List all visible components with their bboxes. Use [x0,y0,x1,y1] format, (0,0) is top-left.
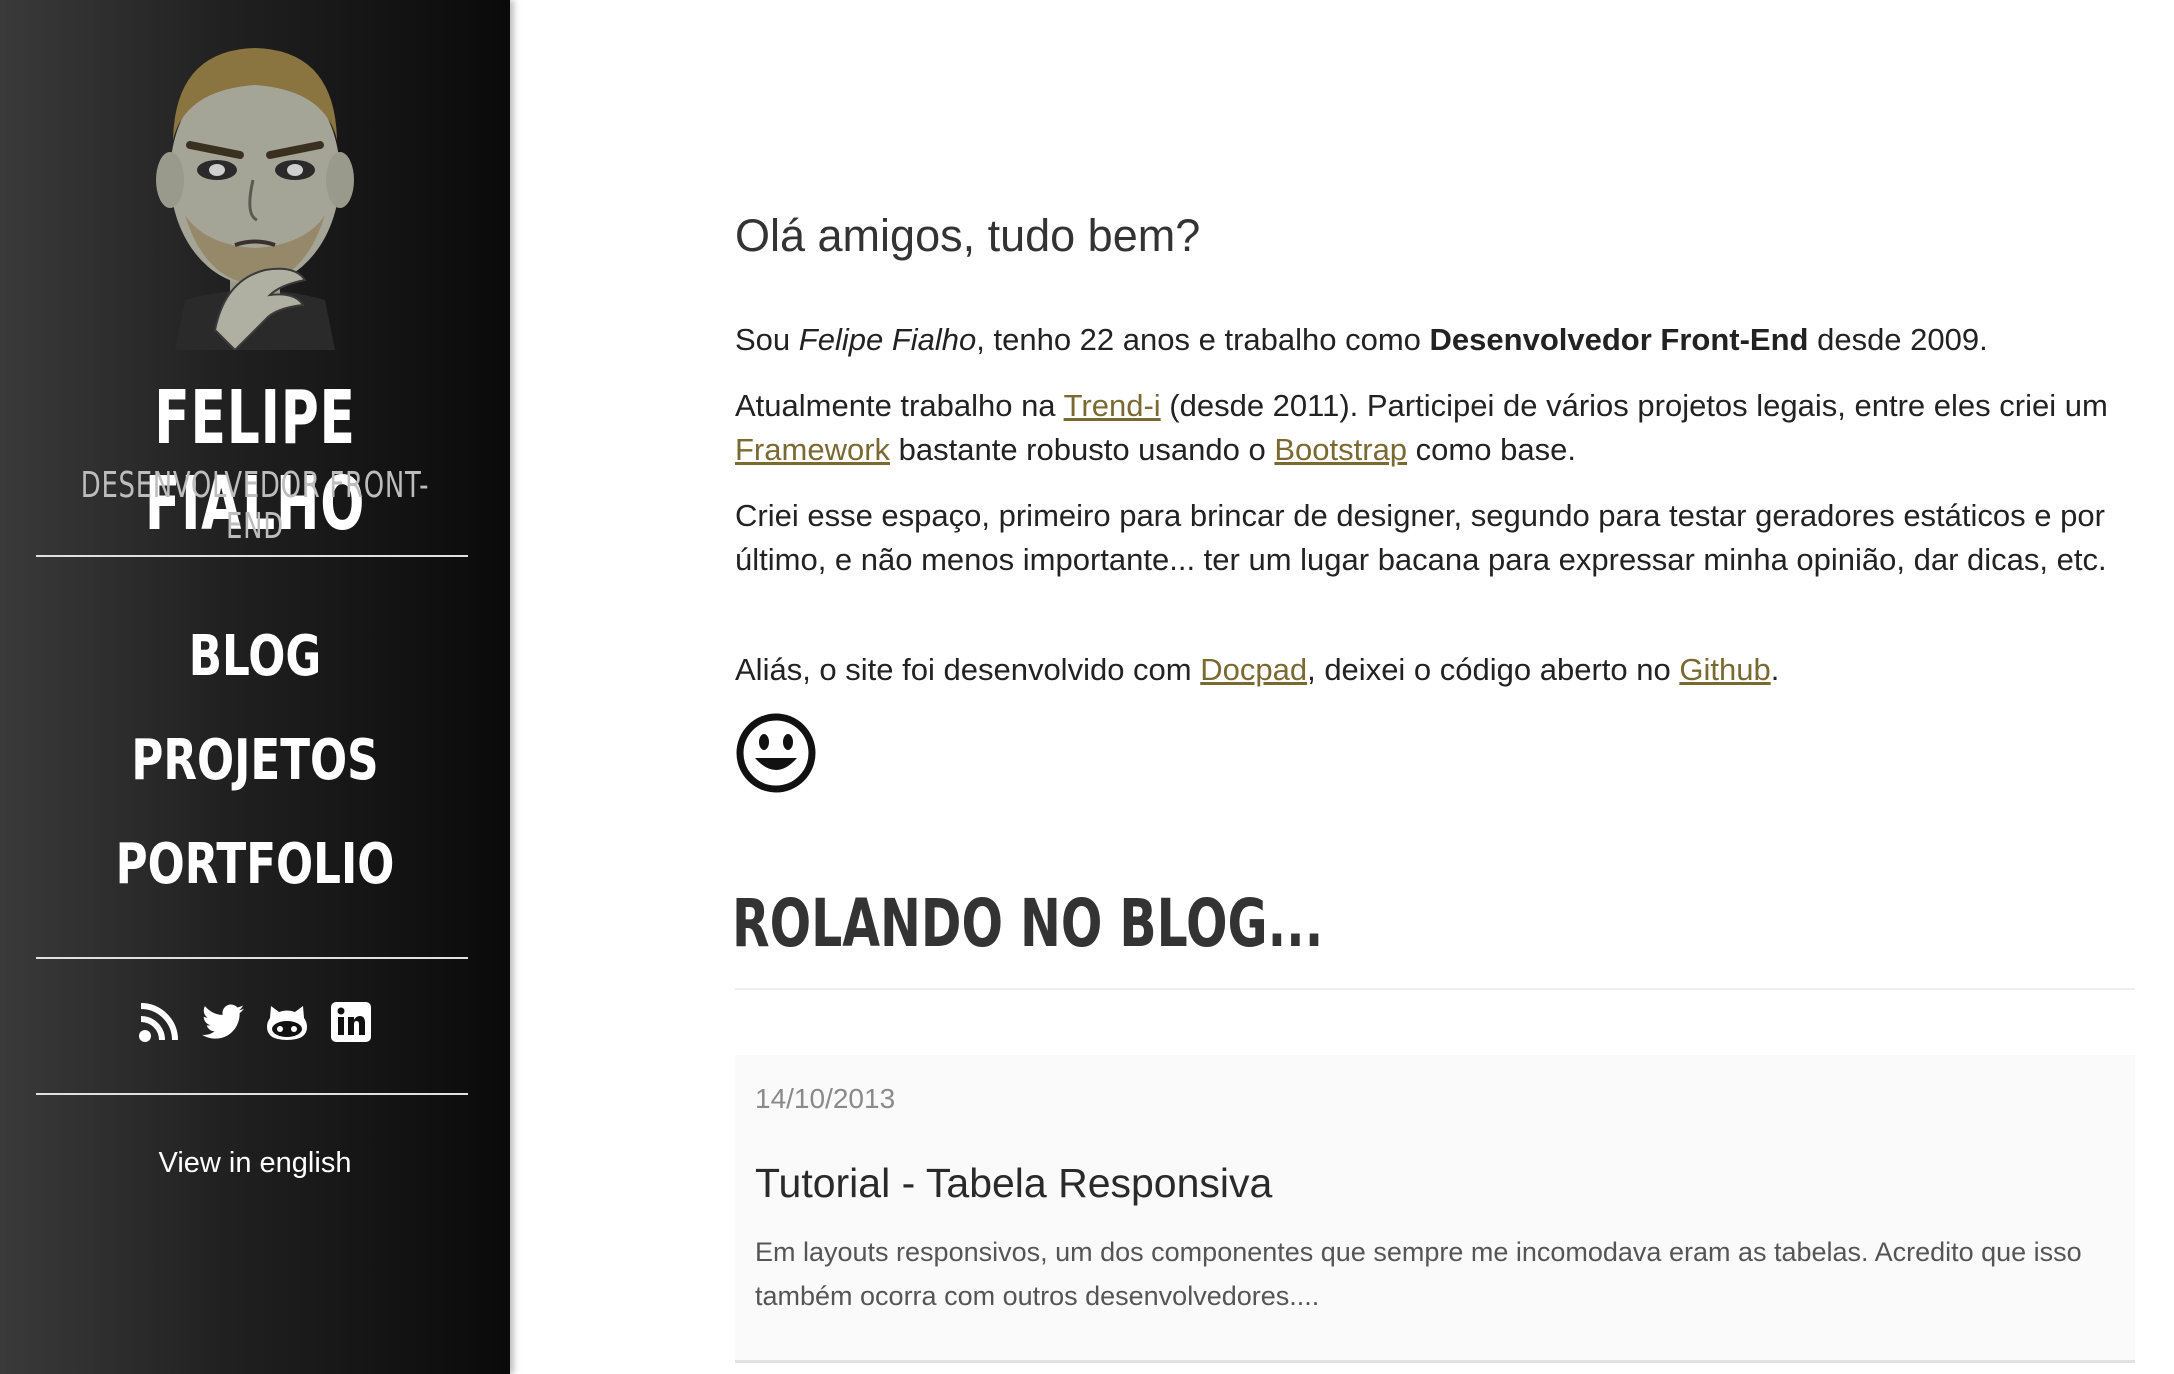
post-excerpt: Em layouts responsivos, um dos component… [755,1237,2082,1311]
docpad-link[interactable]: Docpad [1200,652,1307,687]
author-name: Felipe Fialho [798,322,977,357]
nav-item-blog[interactable]: BLOG [56,620,454,724]
text: , deixei o código aberto no [1307,652,1680,687]
text: Atualmente trabalho na [735,388,1064,423]
framework-link[interactable]: Framework [735,432,890,467]
github-icon[interactable] [265,1000,309,1044]
text: desde 2009. [1808,322,1988,357]
divider [36,957,468,959]
twitter-icon[interactable] [201,1000,245,1044]
avatar [156,48,354,350]
bootstrap-link[interactable]: Bootstrap [1274,432,1407,467]
text: , tenho 22 anos e trabalho como [976,322,1430,357]
post-date: 14/10/2013 [755,1083,896,1114]
github-link[interactable]: Github [1679,652,1770,687]
rss-icon[interactable] [137,1000,181,1044]
linkedin-icon[interactable] [329,1000,373,1044]
trend-i-link[interactable]: Trend-i [1064,388,1161,423]
main-nav: BLOG PROJETOS PORTFOLIO [0,620,510,932]
role-text: Desenvolvedor Front-End [1429,322,1809,357]
text: bastante robusto usando o [890,432,1275,467]
section-divider [735,988,2135,990]
text: Aliás, o site foi desenvolvido com [735,652,1201,687]
intro-paragraph-4: Aliás, o site foi desenvolvido com Docpa… [735,648,2115,692]
blog-post-card[interactable]: 14/10/2013 Tutorial - Tabela Responsiva … [735,1055,2135,1363]
language-link[interactable]: View in english [0,1147,510,1180]
post-title-link[interactable]: Tutorial - Tabela Responsiva [755,1160,1272,1207]
smiley-icon [736,713,816,793]
blog-section-title: ROLANDO NO BLOG... [732,885,1324,962]
text: Sou [735,322,799,357]
intro-paragraph-2: Atualmente trabalho na Trend-i (desde 20… [735,384,2115,472]
intro-paragraph-1: Sou Felipe Fialho, tenho 22 anos e traba… [735,318,2115,362]
nav-item-portfolio[interactable]: PORTFOLIO [56,828,454,932]
intro-paragraph-3: Criei esse espaço, primeiro para brincar… [735,498,2107,577]
greeting-heading: Olá amigos, tudo bem? [735,210,1201,261]
text: (desde 2011). Participei de vários proje… [1160,388,2108,423]
social-links [0,1000,510,1044]
site-subtitle: DESENVOLVEDOR FRONT-END [80,465,430,547]
nav-item-projetos[interactable]: PROJETOS [56,724,454,828]
divider [36,1093,468,1095]
sidebar: FELIPE FIALHO DESENVOLVEDOR FRONT-END BL… [0,0,510,1374]
text: como base. [1407,432,1576,467]
divider [36,555,468,557]
text: . [1770,652,1780,687]
